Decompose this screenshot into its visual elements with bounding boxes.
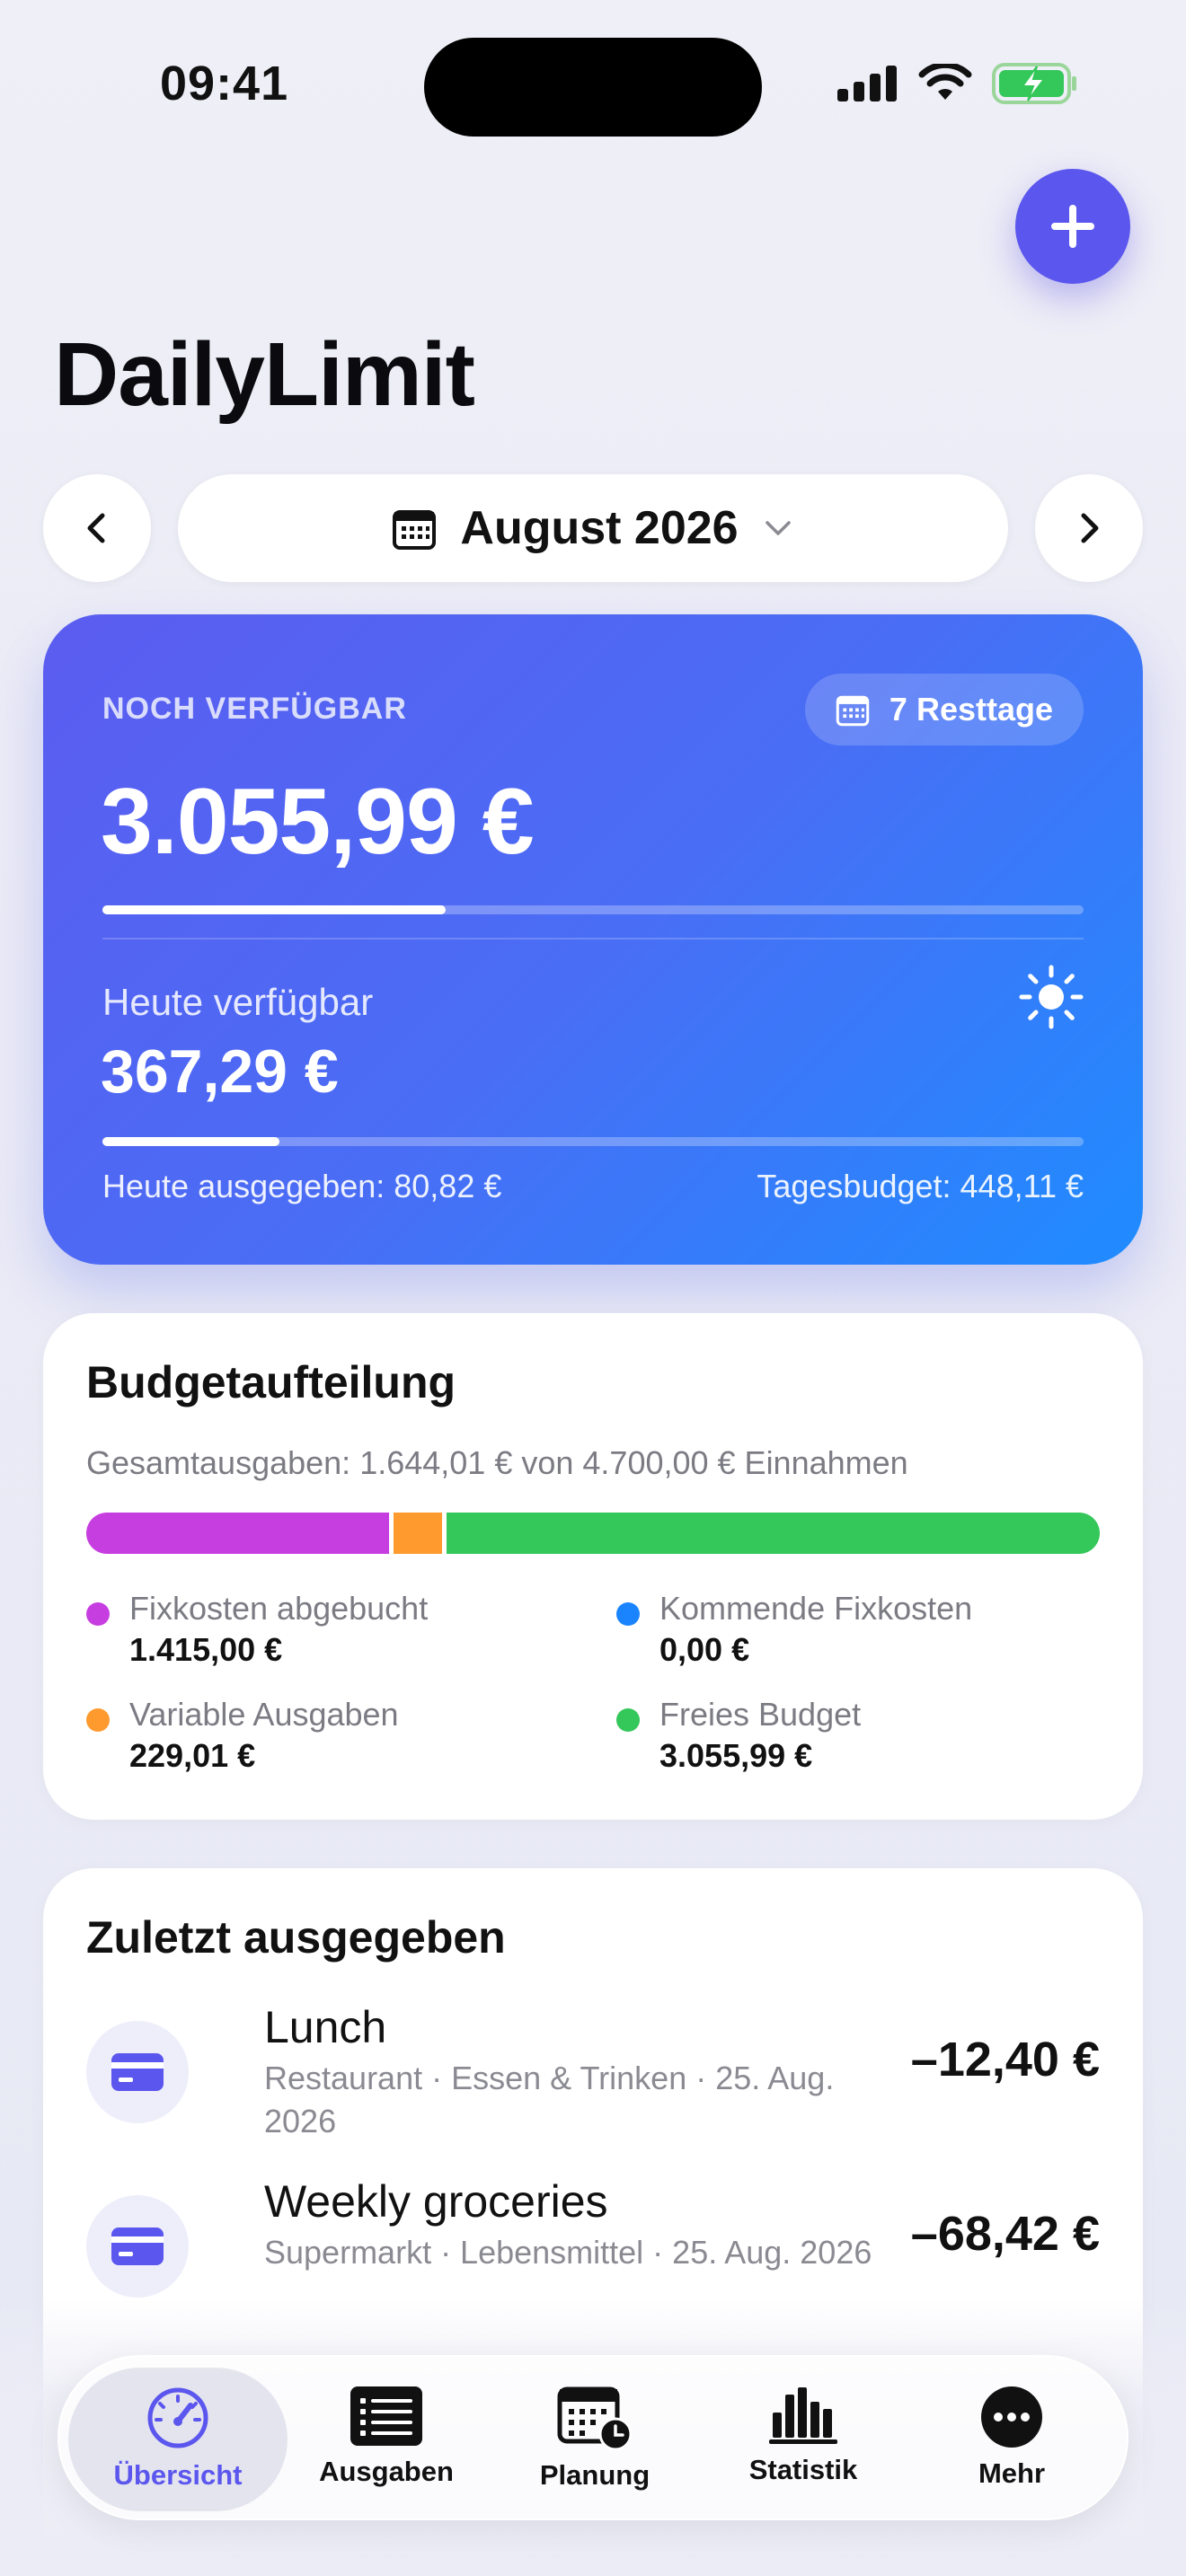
legend-value: 1.415,00 € bbox=[129, 1631, 283, 1668]
budget-split-title: Budgetaufteilung bbox=[86, 1357, 456, 1407]
spent-today: Heute ausgegeben: 80,82 € bbox=[102, 1168, 502, 1204]
transaction-name: Weekly groceries bbox=[264, 2176, 608, 2227]
legend-name: Fixkosten abgebucht bbox=[129, 1590, 429, 1627]
budget-split-card[interactable]: Budgetaufteilung Gesamtausgaben: 1.644,0… bbox=[43, 1313, 1143, 1820]
tab-label: Planung bbox=[539, 2459, 651, 2491]
cellular-signal-icon bbox=[837, 66, 897, 101]
wifi-icon bbox=[918, 64, 972, 100]
card-divider bbox=[102, 938, 1084, 940]
transaction-icon-circle bbox=[86, 2195, 189, 2298]
remaining-days-chip: 7 Resttage bbox=[804, 674, 1084, 745]
status-time: 09:41 bbox=[160, 57, 289, 110]
chevron-right-icon bbox=[1081, 513, 1099, 543]
bar-chart-icon bbox=[769, 2387, 837, 2444]
status-icons bbox=[837, 63, 1078, 104]
transaction-amount: –12,40 € bbox=[910, 2033, 1100, 2086]
tab-label: Statistik bbox=[748, 2454, 858, 2485]
tab-expenses[interactable]: Ausgaben bbox=[277, 2368, 496, 2511]
daily-budget: Tagesbudget: 448,11 € bbox=[757, 1168, 1084, 1204]
transaction-meta: Supermarkt · Lebensmittel · 25. Aug. 202… bbox=[264, 2234, 872, 2271]
available-amount: 3.055,99 € bbox=[101, 770, 535, 874]
tab-label: Ausgaben bbox=[319, 2456, 454, 2487]
sun-icon bbox=[1019, 965, 1084, 1029]
today-progress-bar bbox=[102, 1137, 1084, 1146]
today-available-amount: 367,29 € bbox=[101, 1037, 339, 1106]
transaction-icon-circle bbox=[86, 2021, 189, 2123]
dynamic-island bbox=[424, 38, 762, 137]
budget-segment bbox=[86, 1513, 389, 1554]
available-budget-card[interactable]: NOCH VERFÜGBAR 7 Resttage 3.055,99 € Heu… bbox=[43, 614, 1143, 1265]
page-title: DailyLimit bbox=[54, 324, 475, 425]
legend-name: Kommende Fixkosten bbox=[659, 1590, 973, 1627]
legend-value: 229,01 € bbox=[129, 1737, 256, 1774]
tab-statistics[interactable]: Statistik bbox=[694, 2368, 913, 2511]
month-picker[interactable]: August 2026 bbox=[178, 474, 1008, 582]
tab-label: Mehr bbox=[978, 2457, 1046, 2489]
add-expense-button[interactable] bbox=[1015, 169, 1130, 284]
transaction-name: Lunch bbox=[264, 2002, 387, 2052]
calendar-clock-icon bbox=[557, 2386, 633, 2450]
legend-name: Variable Ausgaben bbox=[129, 1696, 399, 1733]
remaining-days-text: 7 Resttage bbox=[889, 691, 1053, 728]
legend-dot bbox=[616, 1708, 640, 1732]
month-selector: August 2026 bbox=[43, 474, 1143, 582]
legend-dot bbox=[616, 1602, 640, 1626]
list-item[interactable]: Lunch Restaurant · Essen & Trinken · 25.… bbox=[86, 2001, 1100, 2163]
previous-month-button[interactable] bbox=[43, 474, 151, 582]
today-progress-fill bbox=[102, 1137, 279, 1146]
tab-more[interactable]: Mehr bbox=[902, 2368, 1121, 2511]
more-icon bbox=[981, 2386, 1042, 2448]
tab-label: Übersicht bbox=[113, 2459, 243, 2491]
calendar-icon bbox=[393, 510, 437, 550]
credit-card-icon bbox=[111, 2053, 164, 2091]
month-progress-fill bbox=[102, 905, 447, 914]
budget-segment bbox=[447, 1513, 1100, 1554]
legend-value: 0,00 € bbox=[659, 1631, 750, 1668]
budget-split-subtitle: Gesamtausgaben: 1.644,01 € von 4.700,00 … bbox=[86, 1444, 908, 1481]
plus-icon bbox=[1051, 205, 1094, 248]
calendar-icon bbox=[836, 695, 870, 727]
transaction-amount: –68,42 € bbox=[910, 2207, 1100, 2261]
chevron-left-icon bbox=[87, 513, 105, 543]
credit-card-icon bbox=[111, 2228, 164, 2265]
budget-split-bar bbox=[86, 1513, 1100, 1554]
legend-name: Freies Budget bbox=[659, 1696, 862, 1733]
status-bar: 09:41 bbox=[0, 0, 1186, 171]
month-progress-bar bbox=[102, 905, 1084, 914]
month-label: August 2026 bbox=[460, 502, 739, 554]
tab-bar: Übersicht Ausgaben Planung Statistik Meh… bbox=[58, 2355, 1128, 2520]
legend-dot bbox=[86, 1708, 110, 1732]
tab-planning[interactable]: Planung bbox=[485, 2368, 704, 2511]
chevron-down-icon bbox=[765, 521, 791, 535]
tab-overview[interactable]: Übersicht bbox=[68, 2368, 288, 2511]
recent-expenses-title: Zuletzt ausgegeben bbox=[86, 1912, 506, 1963]
transaction-meta: Restaurant · Essen & Trinken · 25. Aug. … bbox=[264, 2060, 835, 2139]
budget-segment bbox=[393, 1513, 443, 1554]
battery-charging-icon bbox=[992, 63, 1076, 104]
speedometer-icon bbox=[147, 2387, 208, 2448]
list-icon bbox=[350, 2386, 422, 2446]
legend-value: 3.055,99 € bbox=[659, 1737, 813, 1774]
today-available-label: Heute verfügbar bbox=[102, 981, 374, 1023]
available-label: NOCH VERFÜGBAR bbox=[102, 692, 407, 726]
legend-dot bbox=[86, 1602, 110, 1626]
next-month-button[interactable] bbox=[1035, 474, 1143, 582]
